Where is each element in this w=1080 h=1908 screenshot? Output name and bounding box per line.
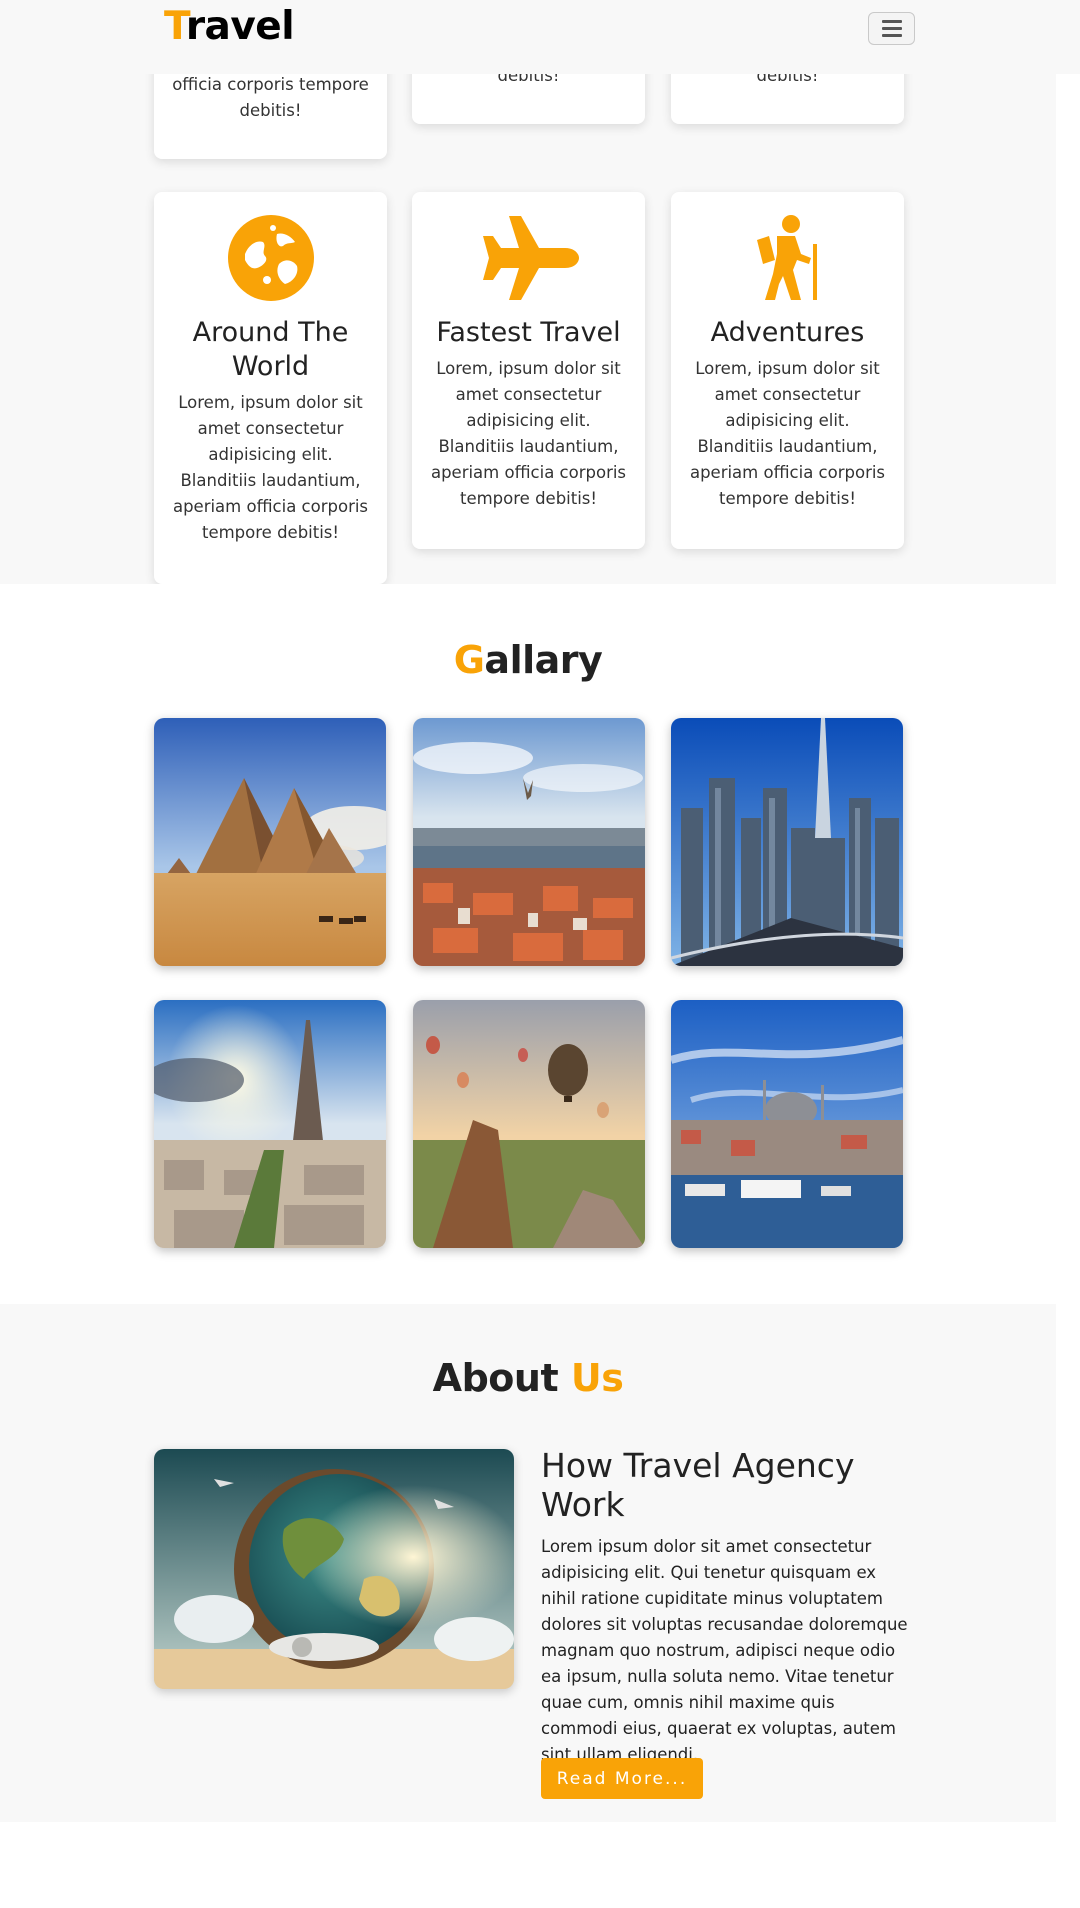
service-card-text: officia corporis tempore debitis! (172, 75, 369, 120)
hamburger-icon (881, 20, 902, 23)
service-card-adventures: Adventures Lorem, ipsum dolor sit amet c… (671, 192, 904, 549)
service-card-title: Around The World (192, 317, 349, 382)
hiker-icon (671, 214, 904, 302)
services-section: officia corporis tempore debitis! debiti… (0, 0, 1056, 584)
hot-air-balloons-photo[interactable] (413, 1000, 645, 1248)
service-card-title: Fastest Travel (436, 317, 621, 348)
gallery-heading: Gallary (453, 638, 603, 682)
service-card-text: Lorem, ipsum dolor sit amet consectetur … (430, 359, 627, 508)
pyramids-photo[interactable] (154, 718, 386, 966)
eiffel-tower-photo[interactable] (154, 1000, 386, 1248)
city-bird-photo[interactable] (413, 718, 645, 966)
read-more-button[interactable]: Read More... (541, 1758, 703, 1799)
harbor-mosque-photo[interactable] (671, 1000, 903, 1248)
about-heading: About Us (432, 1356, 624, 1400)
about-text: Lorem ipsum dolor sit amet consectetur a… (541, 1537, 908, 1764)
service-card-around-the-world: Around The World Lorem, ipsum dolor sit … (154, 192, 387, 584)
service-card-text: Lorem, ipsum dolor sit amet consectetur … (172, 393, 369, 542)
about-section: About Us How Travel Agency Work Lorem ip… (0, 1304, 1056, 1822)
skyline-photo[interactable] (671, 718, 903, 966)
service-card-text: Lorem, ipsum dolor sit amet consectetur … (689, 359, 886, 508)
brand-logo[interactable]: Travel (164, 4, 295, 49)
menu-toggle-button[interactable] (868, 12, 915, 45)
globe-icon (154, 214, 387, 302)
globe-travel-illustration (154, 1449, 514, 1689)
navbar: Travel (0, 0, 1080, 74)
service-card-fastest-travel: Fastest Travel Lorem, ipsum dolor sit am… (412, 192, 645, 549)
airplane-icon (412, 214, 645, 302)
about-title: How Travel Agency Work (541, 1446, 855, 1524)
service-card-title: Adventures (710, 317, 865, 348)
